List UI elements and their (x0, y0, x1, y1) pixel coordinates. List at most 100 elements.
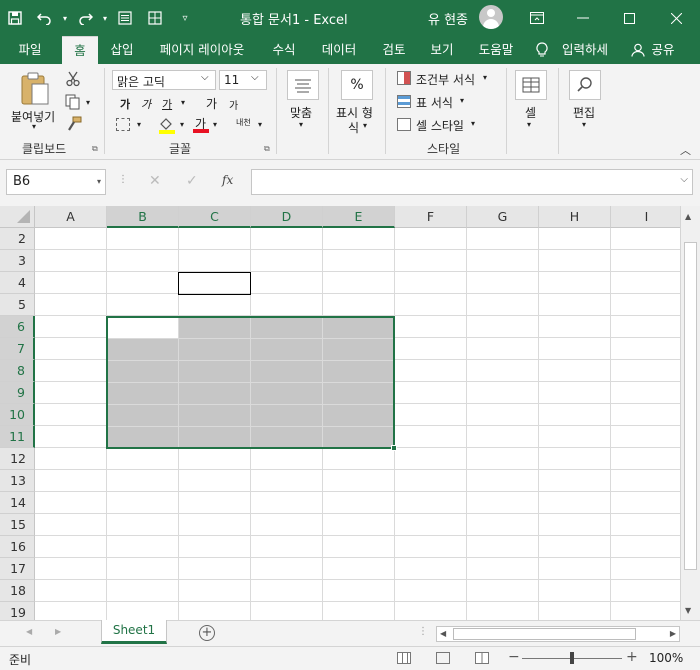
scroll-left-icon[interactable]: ◀ (440, 629, 446, 638)
maximize-button[interactable] (606, 0, 652, 36)
name-box-dropdown-icon[interactable]: ▾ (97, 170, 101, 194)
cells-icon[interactable] (515, 70, 547, 100)
select-all-button[interactable] (0, 206, 35, 228)
tab-home[interactable]: 홈 (62, 36, 98, 64)
cells-dropdown-icon[interactable]: ▾ (527, 120, 531, 129)
row-header-17[interactable]: 17 (0, 558, 35, 580)
lightbulb-icon[interactable] (534, 36, 550, 64)
fill-color-dropdown-icon[interactable]: ▾ (180, 120, 184, 129)
tab-help[interactable]: 도움말 (470, 36, 522, 64)
share-button[interactable]: 공유 (648, 36, 678, 64)
column-header-b[interactable]: B (107, 206, 179, 228)
save-icon[interactable] (0, 0, 30, 36)
column-header-e[interactable]: E (323, 206, 395, 228)
italic-button[interactable]: 가 (141, 96, 151, 112)
conditional-formatting-dropdown-icon[interactable]: ▾ (483, 73, 487, 82)
horizontal-scrollbar[interactable]: ◀ ▶ (436, 626, 680, 642)
row-header-15[interactable]: 15 (0, 514, 35, 536)
confirm-entry-icon[interactable]: ✓ (186, 173, 198, 189)
editing-button[interactable]: 편집 (573, 104, 595, 121)
number-format-dropdown-icon[interactable]: ▾ (363, 121, 367, 130)
page-break-view-icon[interactable] (475, 652, 489, 664)
format-as-table-dropdown-icon[interactable]: ▾ (460, 96, 464, 105)
row-header-4[interactable]: 4 (0, 272, 35, 294)
insert-function-icon[interactable]: fx (222, 173, 233, 187)
alignment-button[interactable]: 맞춤 (290, 104, 312, 121)
phonetic-dropdown-icon[interactable]: ▾ (258, 120, 262, 129)
row-header-9[interactable]: 9 (0, 382, 35, 404)
cut-icon[interactable] (66, 71, 80, 90)
table-icon[interactable] (140, 0, 170, 36)
ribbon-display-options-icon[interactable] (514, 0, 560, 36)
column-header-g[interactable]: G (467, 206, 539, 228)
zoom-level[interactable]: 100% (649, 651, 683, 665)
zoom-slider-thumb[interactable] (570, 652, 574, 664)
redo-icon[interactable] (70, 0, 100, 36)
copy-icon[interactable] (65, 94, 81, 113)
copy-dropdown-icon[interactable]: ▾ (86, 98, 90, 107)
font-color-dropdown-icon[interactable]: ▾ (213, 120, 217, 129)
row-header-2[interactable]: 2 (0, 228, 35, 250)
bold-button[interactable]: 가 (120, 96, 130, 112)
editing-search-icon[interactable] (569, 70, 601, 100)
underline-button[interactable]: 가 (162, 96, 172, 112)
clipboard-launcher-icon[interactable]: ⧉ (92, 144, 98, 154)
cancel-entry-icon[interactable]: ✕ (149, 173, 161, 189)
outlined-cell-c4[interactable] (178, 272, 251, 295)
row-header-12[interactable]: 12 (0, 448, 35, 470)
share-person-icon[interactable] (630, 36, 646, 64)
column-header-h[interactable]: H (539, 206, 611, 228)
tab-view[interactable]: 보기 (422, 36, 462, 64)
tell-me-search[interactable]: 입력하세 (554, 36, 616, 64)
sheet-tab-sheet1[interactable]: Sheet1 (101, 620, 167, 644)
normal-view-icon[interactable] (397, 652, 411, 664)
name-box[interactable]: B6 ▾ (6, 169, 106, 195)
alignment-dropdown-icon[interactable]: ▾ (299, 120, 303, 129)
row-header-16[interactable]: 16 (0, 536, 35, 558)
tab-formulas[interactable]: 수식 (264, 36, 304, 64)
editing-dropdown-icon[interactable]: ▾ (582, 120, 586, 129)
minimize-button[interactable] (560, 0, 606, 36)
row-header-11[interactable]: 11 (0, 426, 35, 448)
borders-icon[interactable] (116, 118, 130, 131)
row-header-5[interactable]: 5 (0, 294, 35, 316)
row-header-18[interactable]: 18 (0, 580, 35, 602)
fill-color-icon[interactable] (158, 116, 176, 137)
horizontal-scroll-thumb[interactable] (453, 628, 636, 640)
format-painter-icon[interactable] (66, 116, 82, 135)
conditional-formatting-button[interactable]: 조건부 서식 (416, 71, 475, 88)
font-name-select[interactable]: 맑은 고딕 ⌵ (112, 70, 216, 90)
tab-data[interactable]: 데이터 (314, 36, 364, 64)
paste-icon[interactable] (20, 72, 50, 109)
column-header-a[interactable]: A (35, 206, 107, 228)
form-icon[interactable] (110, 0, 140, 36)
column-header-c[interactable]: C (179, 206, 251, 228)
formula-input[interactable]: ⌵ (251, 169, 693, 195)
undo-dropdown-icon[interactable]: ▾ (60, 0, 70, 36)
customize-toolbar-icon[interactable]: ▿ (170, 0, 200, 36)
page-layout-view-icon[interactable] (436, 652, 450, 664)
worksheet-grid[interactable]: ABCDEFGHI 2 3 4 5 6 7 8 9 10 11 12 13 14 15 16 17 18 19 ▲… (0, 206, 700, 620)
format-as-table-button[interactable]: 표 서식 (416, 94, 453, 111)
column-header-i[interactable]: I (611, 206, 683, 228)
tab-review[interactable]: 검토 (374, 36, 414, 64)
scroll-down-icon[interactable]: ▼ (685, 606, 691, 615)
previous-sheet-icon[interactable]: ◀ (26, 627, 32, 636)
cell-styles-dropdown-icon[interactable]: ▾ (471, 119, 475, 128)
paste-dropdown-icon[interactable]: ▾ (32, 122, 36, 131)
close-button[interactable] (652, 0, 700, 36)
tab-insert[interactable]: 삽입 (104, 36, 140, 64)
fill-handle[interactable] (391, 445, 397, 451)
alignment-icon[interactable] (287, 70, 319, 100)
tab-page-layout[interactable]: 페이지 레이아웃 (152, 36, 252, 64)
next-sheet-icon[interactable]: ▶ (55, 627, 61, 636)
add-sheet-icon[interactable]: + (199, 625, 215, 641)
row-header-7[interactable]: 7 (0, 338, 35, 360)
avatar[interactable] (479, 5, 503, 29)
font-size-select[interactable]: 11 ⌵ (219, 70, 267, 90)
collapse-ribbon-icon[interactable]: ︿ (680, 142, 691, 158)
row-header-19[interactable]: 19 (0, 602, 35, 620)
vertical-scrollbar[interactable]: ▲ ▼ (680, 206, 700, 620)
cell-styles-button[interactable]: 셀 스타일 (416, 117, 464, 134)
expand-formula-bar-icon[interactable]: ⌵ (680, 174, 688, 185)
